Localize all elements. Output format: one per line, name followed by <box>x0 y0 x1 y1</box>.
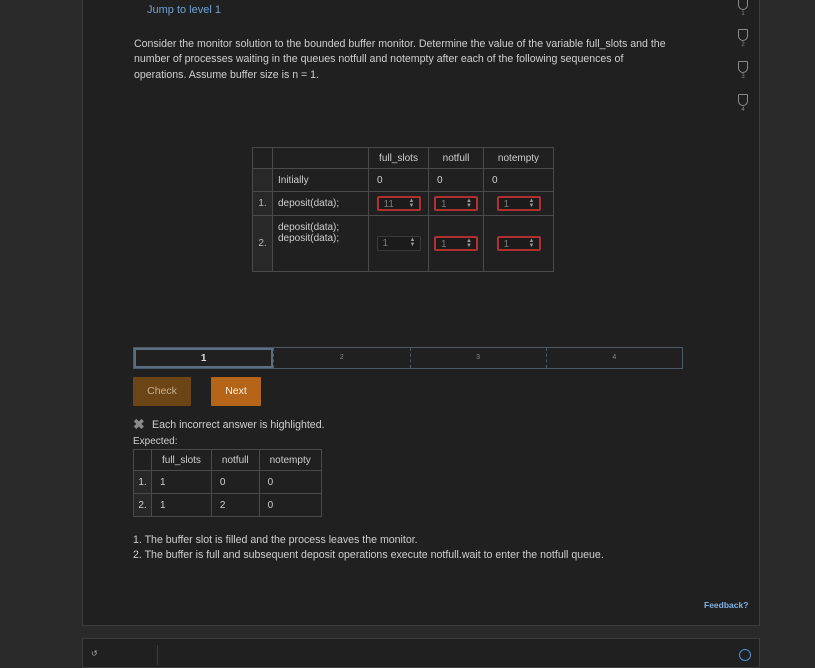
divider <box>157 645 158 665</box>
notfull-input-1[interactable]: 1 ▲ ▼ <box>434 196 478 211</box>
expected-label: Expected: <box>133 436 178 447</box>
table-header-row: full_slots notfull notempty <box>252 147 554 169</box>
cell: 1 ▲ ▼ <box>483 215 554 272</box>
expected-full-slots-1: 1 <box>151 470 212 494</box>
cell: 1 ▲ ▼ <box>428 215 484 272</box>
row-index: 1. <box>133 470 152 494</box>
help-icon[interactable] <box>739 649 751 661</box>
header-notfull: notfull <box>428 147 484 169</box>
full-slots-input-2[interactable]: 1 ▲ ▼ <box>376 236 421 251</box>
table-header-row: full_slots notfull notempty <box>133 449 322 471</box>
next-activity-card: ↺ <box>82 638 760 668</box>
step-4[interactable]: 4 <box>545 348 682 368</box>
row-operation: deposit(data); <box>272 191 369 216</box>
header-notempty: notempty <box>258 449 322 471</box>
initial-full-slots: 0 <box>368 168 429 192</box>
expected-notfull-2: 2 <box>210 493 260 517</box>
stepper-icon[interactable]: ▲ ▼ <box>410 237 416 248</box>
header-blank <box>252 147 273 169</box>
jump-to-level-link[interactable]: Jump to level 1 <box>147 4 221 16</box>
level-indicator-2[interactable]: 2 <box>736 29 750 48</box>
explanation-line: 1. The buffer slot is filled and the pro… <box>133 534 418 546</box>
table-row: 1. 1 0 0 <box>133 470 322 494</box>
operation-line: deposit(data); <box>278 222 340 233</box>
stepper-icon[interactable]: ▲ ▼ <box>529 198 535 209</box>
question-table: full_slots notfull notempty Initially 0 … <box>252 147 554 272</box>
shield-icon <box>738 29 748 41</box>
header-notempty: notempty <box>483 147 554 169</box>
full-slots-input-1[interactable]: 11 ▲ ▼ <box>376 196 421 211</box>
level-indicator-3[interactable]: 3 <box>736 61 750 80</box>
expected-notempty-2: 0 <box>258 493 322 517</box>
expected-full-slots-2: 1 <box>151 493 212 517</box>
table-row: 2. deposit(data); deposit(data); 1 ▲ ▼ 1 … <box>252 215 554 272</box>
next-button[interactable]: Next <box>211 377 261 406</box>
row-operation: deposit(data); deposit(data); <box>272 215 369 272</box>
stepper-icon[interactable]: ▲ ▼ <box>409 198 415 209</box>
incorrect-x-icon: ✖ <box>133 416 145 432</box>
shield-icon <box>738 94 748 106</box>
check-button[interactable]: Check <box>133 377 191 406</box>
stepper-icon[interactable]: ▲ ▼ <box>466 238 472 249</box>
cell: 1 ▲ ▼ <box>483 191 554 216</box>
step-1[interactable]: 1 <box>134 348 274 368</box>
question-prompt: Consider the monitor solution to the bou… <box>134 38 666 81</box>
header-blank <box>272 147 369 169</box>
cell: 1 ▲ ▼ <box>428 191 484 216</box>
step-2[interactable]: 2 <box>273 348 409 368</box>
expected-table: full_slots notfull notempty 1. 1 0 0 2. … <box>133 449 322 517</box>
row-index: 2. <box>252 215 273 272</box>
initial-notempty: 0 <box>483 168 554 192</box>
explanation-line: 2. The buffer is full and subsequent dep… <box>133 549 604 562</box>
expected-notfull-1: 0 <box>210 470 260 494</box>
header-blank <box>133 449 152 471</box>
level-indicator-4[interactable]: 4 <box>736 94 750 113</box>
operation-line: deposit(data); <box>278 233 340 244</box>
row-index <box>252 168 273 192</box>
feedback-link[interactable]: Feedback? <box>704 600 748 610</box>
notempty-input-2[interactable]: 1 ▲ ▼ <box>496 236 541 251</box>
header-full-slots: full_slots <box>151 449 212 471</box>
row-index: 2. <box>133 493 152 517</box>
stepper-icon[interactable]: ▲ ▼ <box>529 238 535 249</box>
explanations: 1. The buffer slot is filled and the pro… <box>133 533 604 564</box>
feedback-message: ✖ Each incorrect answer is highlighted. <box>133 416 325 432</box>
header-notfull: notfull <box>210 449 260 471</box>
table-row: 1. deposit(data); 11 ▲ ▼ 1 ▲ ▼ 1 ▲ ▼ <box>252 191 554 216</box>
table-row: Initially 0 0 0 <box>252 168 554 192</box>
feedback-text: Each incorrect answer is highlighted. <box>152 418 325 431</box>
header-full-slots: full_slots <box>368 147 429 169</box>
cell: 1 ▲ ▼ <box>368 215 429 272</box>
initial-notfull: 0 <box>428 168 484 192</box>
step-3[interactable]: 3 <box>409 348 546 368</box>
table-row: 2. 1 2 0 <box>133 493 322 517</box>
stepper-icon[interactable]: ▲ ▼ <box>466 198 472 209</box>
expected-notempty-1: 0 <box>258 470 322 494</box>
card-icon: ↺ <box>91 649 98 658</box>
step-progress-bar: 1 2 3 4 <box>133 347 683 369</box>
shield-icon <box>738 61 748 73</box>
notfull-input-2[interactable]: 1 ▲ ▼ <box>434 236 478 251</box>
row-label: Initially <box>272 168 369 192</box>
cell: 11 ▲ ▼ <box>368 191 429 216</box>
row-index: 1. <box>252 191 273 216</box>
level-indicator-1[interactable]: 1 <box>736 0 750 17</box>
shield-icon <box>738 0 748 10</box>
notempty-input-1[interactable]: 1 ▲ ▼ <box>496 196 541 211</box>
